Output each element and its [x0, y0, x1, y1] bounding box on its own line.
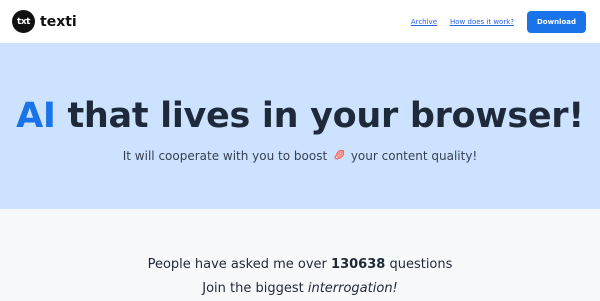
brand[interactable]: txt texti: [12, 10, 77, 33]
hero-subtitle-before: It will cooperate with you to boost: [122, 149, 328, 163]
rocket-icon: [333, 150, 344, 161]
nav-link-archive[interactable]: Archive: [411, 18, 437, 26]
question-count: 130638: [331, 257, 386, 272]
nav: Archive How does it work? Download: [411, 10, 586, 33]
stats-section: People have asked me over 130638 questio…: [0, 209, 600, 301]
join-emphasis: interrogation!: [307, 281, 398, 296]
join-line: Join the biggest interrogation!: [0, 281, 600, 296]
site-header: txt texti Archive How does it work? Down…: [0, 0, 600, 43]
join-text: Join the biggest: [202, 281, 308, 296]
hero-subtitle-after: your content quality!: [350, 149, 478, 163]
nav-link-how-it-works[interactable]: How does it work?: [450, 18, 514, 26]
stats-text-after: questions: [385, 257, 453, 272]
hero-section: AI that lives in your browser! It will c…: [0, 43, 600, 209]
hero-subtitle: It will cooperate with you to boost your…: [0, 149, 600, 163]
stats-text-before: People have asked me over: [147, 257, 332, 272]
download-button[interactable]: Download: [527, 10, 586, 33]
logo-badge: txt: [12, 10, 35, 33]
question-count-line: People have asked me over 130638 questio…: [0, 257, 600, 272]
brand-name: texti: [40, 13, 77, 30]
hero-title-accent: AI: [16, 96, 56, 136]
hero-title: AI that lives in your browser!: [0, 96, 600, 136]
hero-title-rest: that lives in your browser!: [55, 96, 584, 136]
